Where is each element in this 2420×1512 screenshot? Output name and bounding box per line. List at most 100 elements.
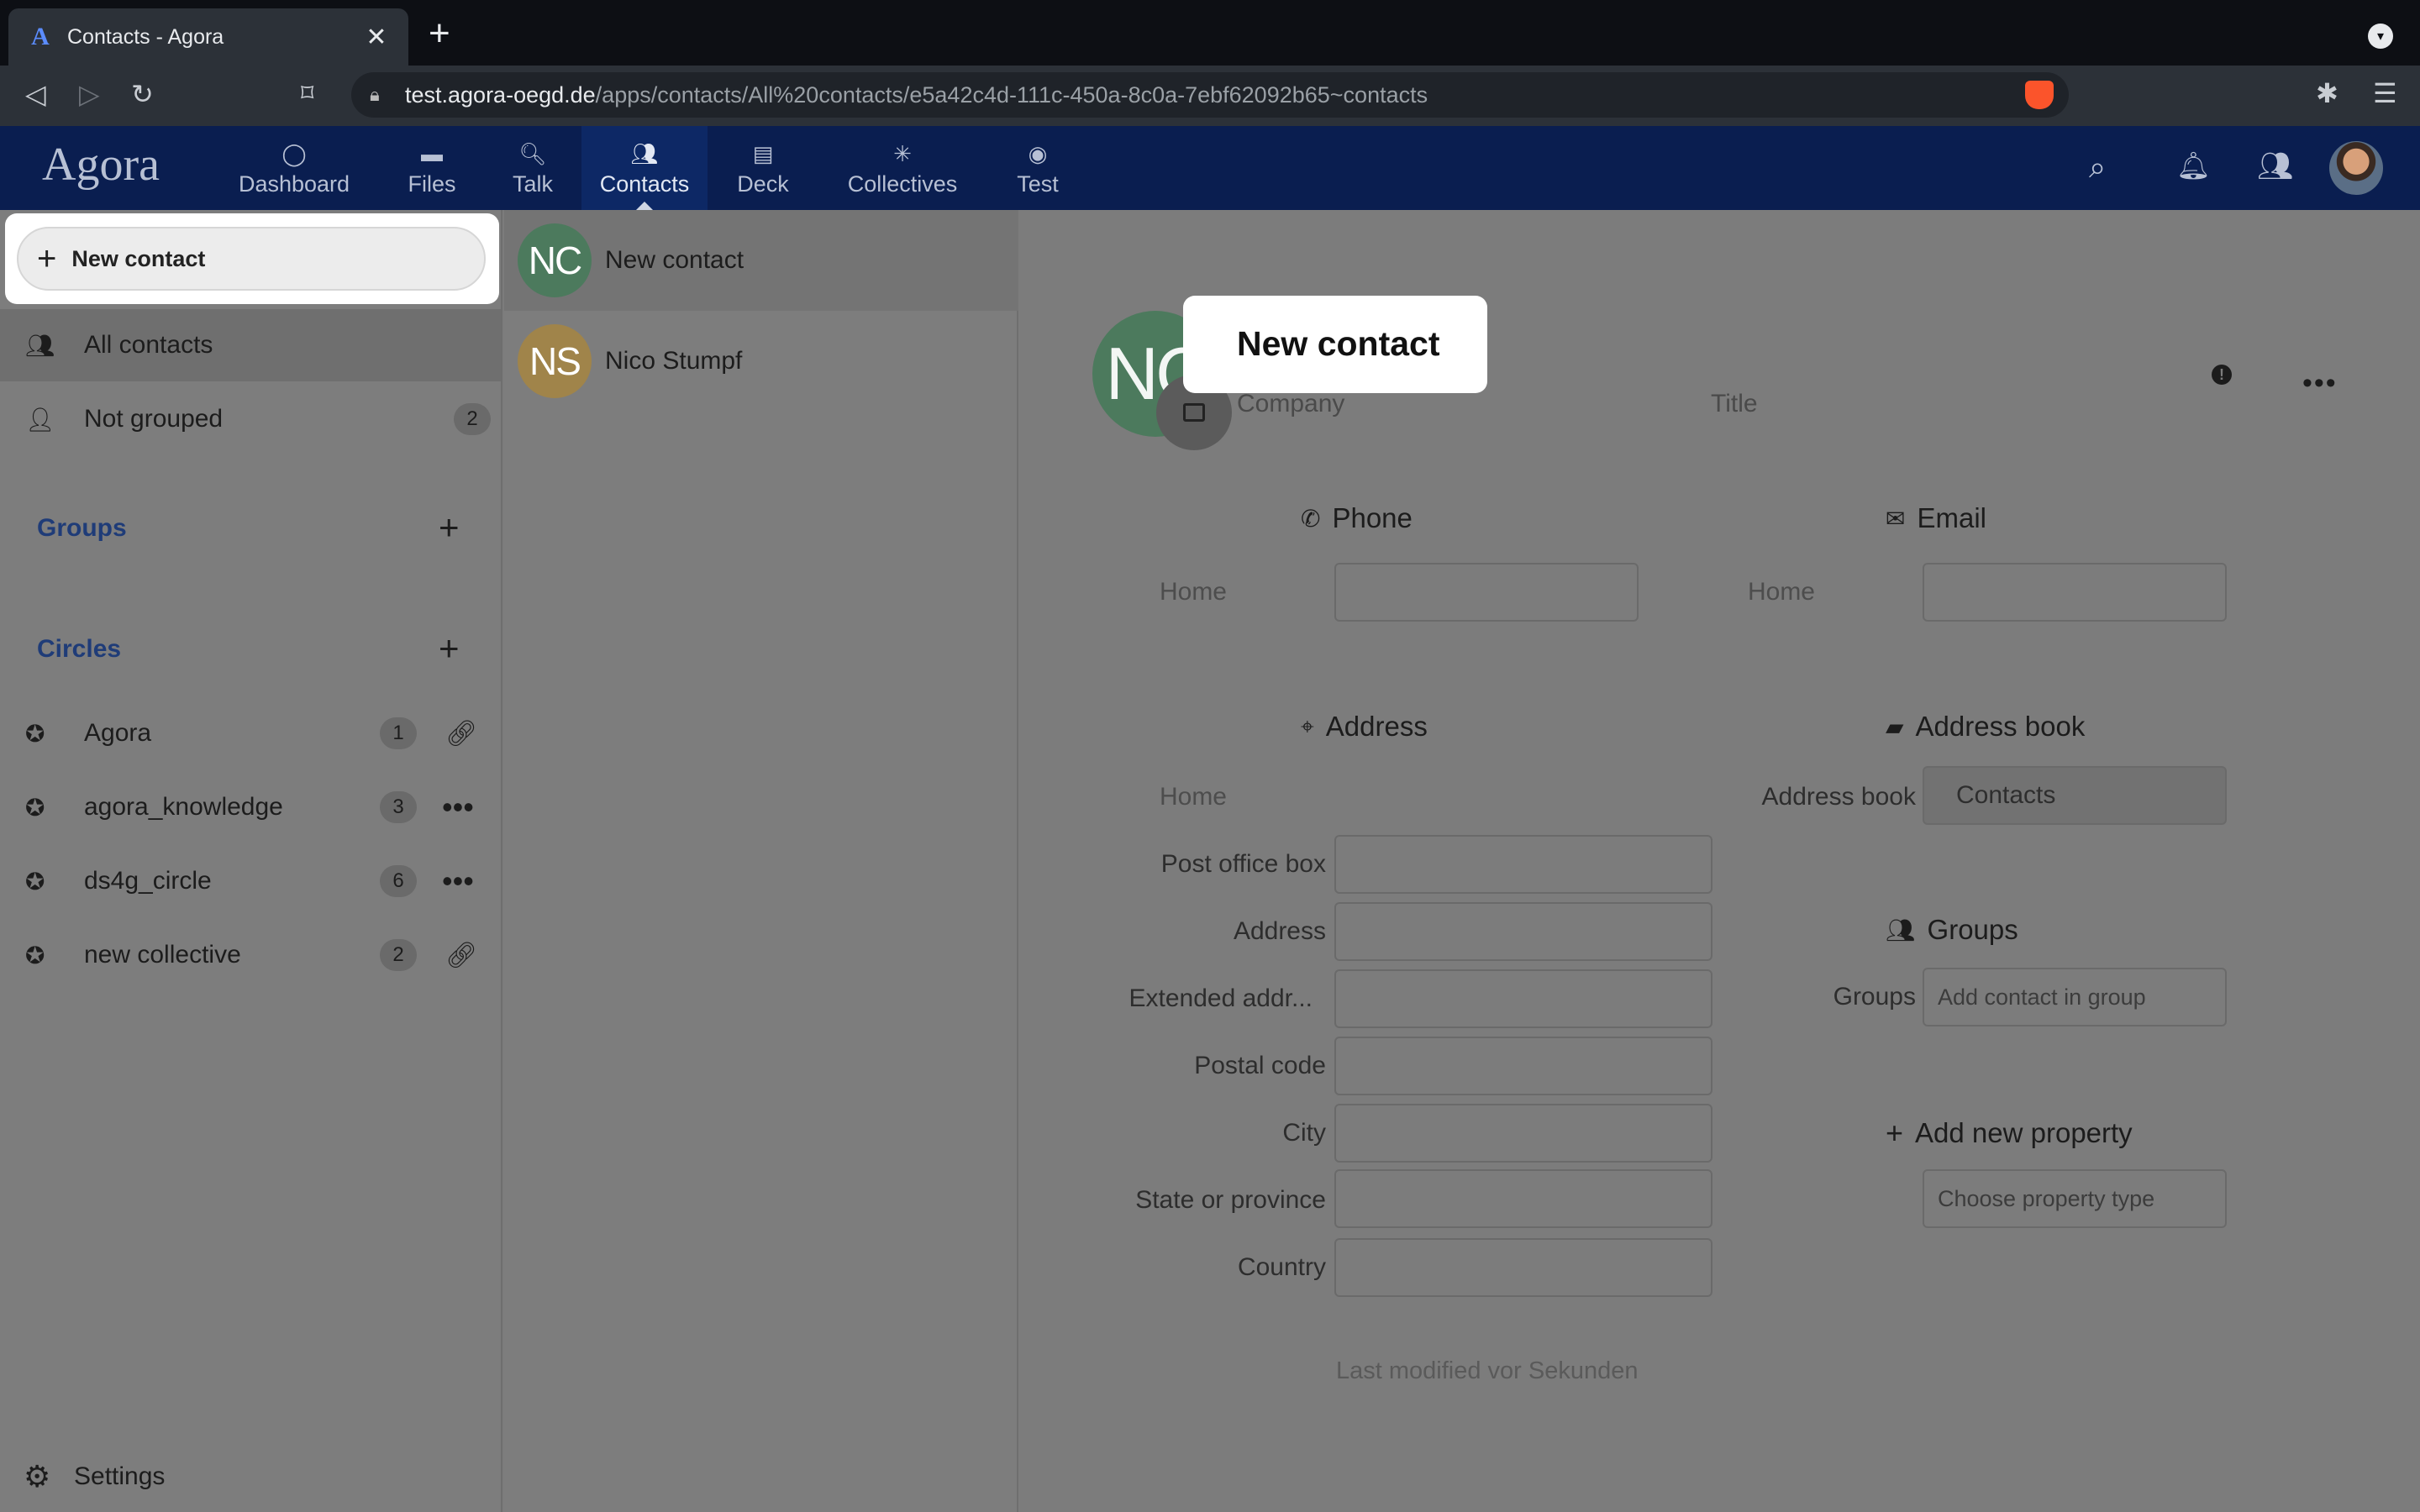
extensions-icon[interactable]: ✱ xyxy=(2316,77,2338,109)
new-contact-button[interactable]: + New contact xyxy=(17,227,486,291)
back-icon[interactable]: ◁ xyxy=(25,76,46,113)
browser-menu-icon[interactable]: ☰ xyxy=(2373,77,2397,109)
add-group-icon[interactable]: + xyxy=(439,507,460,548)
nav-collectives[interactable]: ✳ Collectives xyxy=(832,126,973,210)
post-office-box-label: Post office box xyxy=(1160,850,1326,878)
contacts-menu-icon[interactable]: 👥︎ xyxy=(2257,150,2293,183)
country-input[interactable] xyxy=(1334,1238,1712,1297)
link-icon[interactable]: 🔗︎ xyxy=(445,719,477,748)
new-tab-icon[interactable]: + xyxy=(429,15,450,52)
nav-not-grouped[interactable]: 👤︎ Not grouped 2 xyxy=(0,383,501,455)
company-input[interactable]: Company xyxy=(1237,390,1344,418)
state-input[interactable] xyxy=(1334,1169,1712,1228)
deck-icon: ▤ xyxy=(752,140,774,166)
user-icon: 👤︎ xyxy=(25,406,55,433)
nav-all-contacts[interactable]: 👥︎ All contacts xyxy=(0,309,501,381)
contact-avatar: NS xyxy=(518,324,592,398)
nav-contacts[interactable]: 👥︎ Contacts xyxy=(581,126,708,210)
phone-type-label[interactable]: Home xyxy=(1092,578,1227,606)
collectives-icon: ✳ xyxy=(893,140,912,166)
tab-title: Contacts - Agora xyxy=(67,24,224,49)
circles-caption: Circles xyxy=(37,635,122,663)
groups-input[interactable]: Add contact in group xyxy=(1923,968,2227,1026)
reload-icon[interactable]: ↻ xyxy=(131,76,154,113)
postal-code-input[interactable] xyxy=(1334,1037,1712,1095)
settings-button[interactable]: ⚙ Settings xyxy=(0,1445,501,1509)
app-logo[interactable]: Agora xyxy=(42,138,160,192)
email-section-title: ✉ Email xyxy=(1886,502,1986,533)
property-type-select[interactable]: Choose property type xyxy=(1923,1169,2227,1228)
contact-name: Nico Stumpf xyxy=(605,347,743,375)
city-input[interactable] xyxy=(1334,1104,1712,1163)
plus-icon: + xyxy=(1886,1116,1904,1150)
close-icon[interactable]: ✕ xyxy=(363,23,390,52)
tab-menu-icon[interactable]: ▾ xyxy=(2368,24,2393,49)
contact-avatar: NC xyxy=(518,223,592,297)
country-label: Country xyxy=(1237,1253,1326,1281)
list-item[interactable]: NS Nico Stumpf xyxy=(504,311,1018,412)
address-type-label[interactable]: Home xyxy=(1092,783,1227,811)
addressbook-section-title: ▰ Address book xyxy=(1886,711,2086,742)
avatar[interactable] xyxy=(2329,141,2383,195)
count-badge: 1 xyxy=(380,717,417,749)
url-path: /apps/contacts/All%20contacts/e5a42c4d-1… xyxy=(595,81,1428,108)
post-office-box-input[interactable] xyxy=(1334,835,1712,894)
phone-input[interactable] xyxy=(1334,563,1639,622)
nav-deck[interactable]: ▤ Deck xyxy=(721,126,805,210)
globe-icon: ◉ xyxy=(1028,140,1048,166)
address-input[interactable] xyxy=(1334,902,1712,961)
nav-talk[interactable]: 🔍︎ Talk xyxy=(491,126,575,210)
circle-icon: ✪ xyxy=(25,942,45,969)
more-icon[interactable]: ••• xyxy=(442,790,474,825)
count-badge: 2 xyxy=(380,939,417,971)
circle-item[interactable]: ✪ new collective 2 🔗︎ xyxy=(0,919,501,991)
nav-dashboard[interactable]: ◯ Dashboard xyxy=(229,126,360,210)
add-property-title: + Add new property xyxy=(1886,1116,2133,1150)
lock-icon: 🔒︎ xyxy=(370,84,380,105)
forward-icon[interactable]: ▷ xyxy=(79,76,100,113)
url-bar[interactable]: 🔒︎ test.agora-oegd.de/apps/contacts/All%… xyxy=(351,72,2069,118)
count-badge: 2 xyxy=(454,403,491,435)
contacts-icon: 👥︎ xyxy=(630,140,659,166)
more-icon[interactable]: ••• xyxy=(442,864,474,899)
nav-test[interactable]: ◉ Test xyxy=(1000,126,1076,210)
app-header xyxy=(0,126,2420,210)
circle-item[interactable]: ✪ ds4g_circle 6 ••• xyxy=(0,845,501,917)
address-section-title: ⌖ Address xyxy=(1301,711,1428,742)
link-icon[interactable]: 🔗︎ xyxy=(445,941,477,970)
email-input[interactable] xyxy=(1923,563,2227,622)
extended-address-label: Extended addr... xyxy=(1128,984,1313,1012)
mail-icon: ✉ xyxy=(1886,505,1906,532)
notifications-icon[interactable]: 🔔︎ xyxy=(2176,150,2211,181)
count-badge: 3 xyxy=(380,791,417,823)
group-icon: 👥︎ xyxy=(1886,916,1916,943)
circle-item[interactable]: ✪ agora_knowledge 3 ••• xyxy=(0,771,501,843)
nav-files[interactable]: ▬ Files xyxy=(387,126,477,210)
circle-icon: ✪ xyxy=(25,794,45,821)
postal-code-label: Postal code xyxy=(1194,1052,1326,1079)
title-input[interactable]: Title xyxy=(1711,390,1758,418)
favicon-icon: A xyxy=(31,23,50,50)
brave-shield-icon[interactable] xyxy=(2025,81,2054,109)
addressbook-select[interactable]: Contacts xyxy=(1923,766,2227,825)
bookmark-icon[interactable]: ⌑ xyxy=(301,76,313,113)
email-type-label[interactable]: Home xyxy=(1681,578,1815,606)
list-item[interactable]: NC New contact xyxy=(504,210,1018,311)
extended-address-input[interactable] xyxy=(1334,969,1712,1028)
search-icon[interactable]: ⌕ xyxy=(2089,150,2106,186)
addressbook-label: Address book xyxy=(1761,783,1916,811)
contact-name-input[interactable]: New contact xyxy=(1237,324,1440,364)
groups-label: Groups xyxy=(1833,983,1916,1011)
folder-icon: ▬ xyxy=(421,140,443,166)
warning-icon[interactable]: ! xyxy=(2212,365,2232,385)
gear-icon: ⚙ xyxy=(24,1459,51,1494)
last-modified: Last modified vor Sekunden xyxy=(1336,1357,1639,1384)
browser-tab[interactable]: A Contacts - Agora ✕ xyxy=(8,8,408,66)
contacts-icon: 👥︎ xyxy=(25,332,55,359)
more-icon[interactable]: ••• xyxy=(2302,369,2338,397)
plus-icon: + xyxy=(37,239,57,277)
circle-icon: ✪ xyxy=(25,720,45,747)
add-circle-icon[interactable]: + xyxy=(439,628,460,669)
circle-item[interactable]: ✪ Agora 1 🔗︎ xyxy=(0,697,501,769)
circle-icon: ✪ xyxy=(25,868,45,895)
